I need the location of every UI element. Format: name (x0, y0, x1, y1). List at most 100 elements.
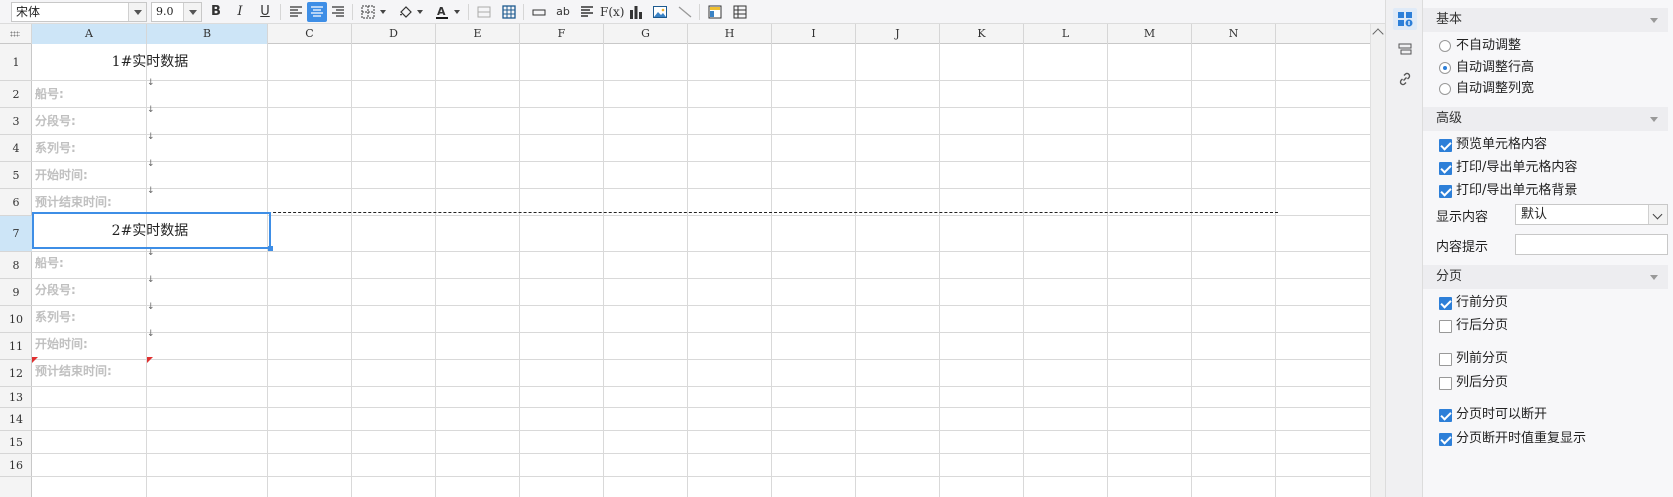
cell-label[interactable]: 船号: (32, 81, 64, 107)
grid-row-line (32, 251, 1370, 252)
row-header-7[interactable]: 7 (0, 216, 32, 252)
chevron-down-icon[interactable] (128, 3, 146, 21)
insert-formula-button[interactable]: F(x) (600, 2, 624, 22)
column-header-a[interactable]: A (32, 24, 147, 44)
cell-label[interactable]: 分段号: (32, 108, 76, 134)
chevron-down-icon[interactable] (1650, 275, 1658, 280)
section-advanced-header[interactable]: 高级 (1423, 107, 1668, 131)
cell-label[interactable]: 系列号: (32, 135, 76, 161)
column-header-f[interactable]: F (520, 24, 604, 44)
column-header-g[interactable]: G (604, 24, 688, 44)
row-header-15[interactable]: 15 (0, 431, 32, 454)
checkbox-icon[interactable] (1439, 185, 1452, 198)
row-header-4[interactable]: 4 (0, 135, 32, 162)
expand-down-icon: ↓ (147, 275, 155, 285)
row-header-9[interactable]: 9 (0, 279, 32, 306)
row-header-10[interactable]: 10 (0, 306, 32, 333)
row-header-6[interactable]: 6 (0, 189, 32, 216)
cell-label[interactable]: 开始时间: (32, 331, 88, 357)
insert-image-button[interactable] (650, 2, 670, 22)
tab-cell-attributes[interactable] (1393, 8, 1417, 30)
cell-label[interactable]: 预计结束时间: (32, 358, 112, 384)
checkbox-icon[interactable] (1439, 353, 1452, 366)
column-header-m[interactable]: M (1108, 24, 1192, 44)
tab-hyperlink[interactable] (1393, 68, 1417, 90)
tab-cell-style[interactable] (1393, 38, 1417, 60)
scroll-up-icon[interactable] (1372, 28, 1384, 40)
row-header-8[interactable]: 8 (0, 252, 32, 279)
row-header-11[interactable]: 11 (0, 333, 32, 360)
row-header-5[interactable]: 5 (0, 162, 32, 189)
checkbox-icon[interactable] (1439, 139, 1452, 152)
italic-button[interactable]: I (230, 2, 250, 22)
column-header-h[interactable]: H (688, 24, 772, 44)
row-header-16[interactable]: 16 (0, 454, 32, 477)
fill-color-button[interactable] (395, 2, 415, 22)
merge-cells-icon (477, 6, 491, 18)
column-header-e[interactable]: E (436, 24, 520, 44)
checkbox-icon[interactable] (1439, 297, 1452, 310)
cell-label[interactable]: 系列号: (32, 304, 76, 330)
cell-label[interactable]: 开始时间: (32, 162, 88, 188)
report-block-button[interactable] (705, 2, 725, 22)
row-header-13[interactable]: 13 (0, 387, 32, 408)
align-right-button[interactable] (328, 2, 348, 22)
section-paging-header[interactable]: 分页 (1423, 265, 1668, 289)
column-header-n[interactable]: N (1192, 24, 1276, 44)
row-header-14[interactable]: 14 (0, 408, 32, 431)
bold-button[interactable]: B (206, 2, 226, 22)
table-button[interactable] (499, 2, 519, 22)
border-button[interactable] (358, 2, 378, 22)
section-basic-header[interactable]: 基本 (1423, 8, 1668, 32)
vertical-scrollbar[interactable] (1370, 24, 1385, 497)
font-size-select[interactable]: 9.0 (151, 2, 202, 22)
checkbox-icon[interactable] (1439, 162, 1452, 175)
cell-label[interactable]: 船号: (32, 250, 64, 276)
content-tip-input[interactable] (1515, 234, 1668, 255)
chevron-down-icon[interactable] (1650, 117, 1658, 122)
display-content-select[interactable]: 默认 (1515, 204, 1668, 225)
row-header-3[interactable]: 3 (0, 108, 32, 135)
column-header-l[interactable]: L (1024, 24, 1108, 44)
cell-area[interactable]: 1#实时数据 2#实时数据 船号: 分段号: 系列号: 开始时间: 预计结束时间… (32, 44, 1370, 497)
chevron-down-icon[interactable] (380, 10, 386, 14)
radio-icon[interactable] (1439, 83, 1451, 95)
font-name-select[interactable]: 宋体 (11, 2, 147, 22)
column-header-k[interactable]: K (940, 24, 1024, 44)
align-left-button[interactable] (286, 2, 306, 22)
select-all-corner[interactable] (0, 24, 32, 44)
checkbox-icon[interactable] (1439, 377, 1452, 390)
cell-a1-title[interactable]: 1#实时数据 (32, 45, 268, 79)
column-header-i[interactable]: I (772, 24, 856, 44)
row-header-2[interactable]: 2 (0, 81, 32, 108)
chevron-down-icon[interactable] (183, 3, 201, 21)
chevron-down-icon[interactable] (417, 10, 423, 14)
chevron-down-icon[interactable] (1650, 18, 1658, 23)
column-header-d[interactable]: D (352, 24, 436, 44)
column-header-c[interactable]: C (268, 24, 352, 44)
expand-down-icon: ↓ (147, 329, 155, 339)
cell-selection-a7-b7[interactable] (32, 212, 273, 251)
insert-chart-button[interactable] (626, 2, 646, 22)
radio-icon[interactable] (1439, 62, 1451, 74)
chevron-down-icon[interactable] (1648, 205, 1667, 224)
row-header-1[interactable]: 1 (0, 44, 32, 81)
underline-button[interactable]: U (255, 2, 275, 22)
insert-textbox-button[interactable] (529, 2, 549, 22)
align-center-button[interactable] (307, 2, 327, 22)
insert-text-button[interactable]: ab (553, 2, 573, 22)
cell-label[interactable]: 分段号: (32, 277, 76, 303)
radio-icon[interactable] (1439, 40, 1451, 52)
merge-cells-button[interactable] (474, 2, 494, 22)
insert-slash-button[interactable] (675, 2, 695, 22)
font-color-button[interactable]: A (432, 2, 452, 22)
row-header-12[interactable]: 12 (0, 360, 32, 387)
column-header-j[interactable]: J (856, 24, 940, 44)
checkbox-icon[interactable] (1439, 320, 1452, 333)
column-header-b[interactable]: B (147, 24, 268, 44)
checkbox-icon[interactable] (1439, 409, 1452, 422)
checkbox-icon[interactable] (1439, 433, 1452, 446)
chevron-down-icon[interactable] (454, 10, 460, 14)
layout-button[interactable] (730, 2, 750, 22)
insert-rich-text-button[interactable] (577, 2, 597, 22)
